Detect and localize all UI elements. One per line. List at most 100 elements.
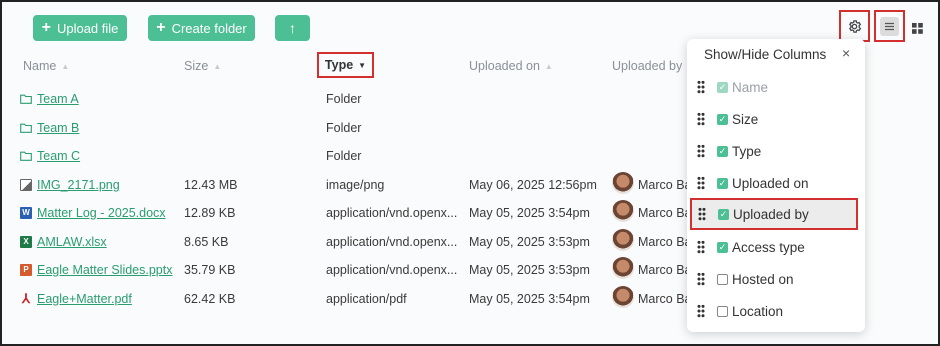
arrow-up-icon: ↑ [289,20,296,36]
checkbox[interactable]: ✓ [717,177,728,189]
create-folder-button[interactable]: + Create folder [148,15,255,41]
table-row[interactable]: X AMLAW.xlsx 8.65 KB application/vnd.ope… [2,228,702,256]
file-name-link[interactable]: IMG_2171.png [37,178,120,192]
grid-view-button[interactable] [907,12,927,44]
column-option-label: Size [732,111,759,127]
drag-handle-icon[interactable] [697,176,705,190]
show-hide-columns-panel: Show/Hide Columns × ✓ Name ✓ Size ✓ Type… [687,39,865,332]
folder-icon [20,123,32,133]
column-header-size-label: Size [184,59,209,73]
parent-folder-button[interactable]: ↑ [275,15,310,41]
panel-title: Show/Hide Columns [704,47,827,62]
gear-icon [849,19,862,33]
uploader-name: Marco Ba [638,206,692,220]
file-name-link[interactable]: Matter Log - 2025.docx [37,206,166,220]
column-option-type[interactable]: ✓ Type [691,135,858,167]
column-option-hosted-on[interactable]: Hosted on [691,263,858,295]
file-type: Folder [326,121,362,135]
table-row[interactable]: W Matter Log - 2025.docx 12.89 KB applic… [2,199,702,227]
column-option-label: Hosted on [732,271,794,287]
uploader-name: Marco Ba [638,178,692,192]
file-name-link[interactable]: AMLAW.xlsx [37,235,107,249]
file-name-link[interactable]: Team C [37,149,80,163]
column-header-uploaded-by-label: Uploaded by [612,59,683,73]
powerpoint-file-icon: P [20,264,32,276]
table-row[interactable]: P Eagle Matter Slides.pptx 35.79 KB appl… [2,256,702,284]
checkbox[interactable]: ✓ [717,113,728,125]
folder-icon [20,94,32,104]
column-settings-button[interactable] [839,10,870,42]
column-header-size[interactable]: Size ▲ [184,59,221,73]
drag-handle-icon[interactable] [697,112,705,126]
column-header-uploaded-on-label: Uploaded on [469,59,540,73]
column-header-name-label: Name [23,59,57,73]
file-type: application/vnd.openx... [326,235,458,249]
file-size: 8.65 KB [184,235,229,249]
table-row[interactable]: ⅄ Eagle+Matter.pdf 62.42 KB application/… [2,285,702,313]
drag-handle-icon[interactable] [697,304,705,318]
uploaded-date: May 06, 2025 12:56pm [469,178,597,192]
table-row[interactable]: Team A Folder [2,85,702,113]
pdf-file-icon: ⅄ [22,291,30,306]
uploader-name: Marco Ba [638,235,692,249]
column-option-size[interactable]: ✓ Size [691,103,858,135]
drag-handle-icon[interactable] [697,272,705,286]
file-name-link[interactable]: Eagle Matter Slides.pptx [37,263,173,277]
drag-handle-icon[interactable] [697,144,705,158]
file-size: 35.79 KB [184,263,236,277]
column-header-type-label: Type [324,58,354,72]
column-header-uploaded-by[interactable]: Uploaded by [612,59,682,73]
sort-up-icon: ▲ [61,61,70,71]
column-header-uploaded-on[interactable]: Uploaded on ▲ [469,59,553,73]
drag-handle-icon[interactable] [697,240,705,254]
file-name-link[interactable]: Team A [37,92,79,106]
close-icon[interactable]: × [842,45,850,61]
file-name-link[interactable]: Eagle+Matter.pdf [37,292,132,306]
column-option-uploaded-by[interactable]: ✓ Uploaded by [690,198,858,230]
checkbox[interactable]: ✓ [717,241,728,253]
file-type: application/pdf [326,292,407,306]
column-header-type[interactable]: Type ▼ [317,52,374,78]
drag-handle-icon [697,80,705,94]
file-type: Folder [326,92,362,106]
column-option-location[interactable]: Location [691,295,858,327]
table-row[interactable]: Team B Folder [2,114,702,142]
column-option-access-type[interactable]: ✓ Access type [691,231,858,263]
upload-file-button[interactable]: + Upload file [33,15,127,41]
avatar [612,200,634,222]
file-size: 12.43 MB [184,178,238,192]
column-header-name[interactable]: Name ▲ [23,59,69,73]
table-row[interactable]: IMG_2171.png 12.43 MB image/png May 06, … [2,171,702,199]
column-option-label: Location [732,303,784,319]
checkbox: ✓ [717,81,728,93]
file-type: application/vnd.openx... [326,263,458,277]
column-option-label: Name [732,79,769,95]
sort-up-icon: ▲ [544,61,553,71]
file-size: 12.89 KB [184,206,236,220]
uploader-name: Marco Ba [638,292,692,306]
column-option-label: Access type [732,239,805,255]
table-row[interactable]: Team C Folder [2,142,702,170]
excel-file-icon: X [20,236,32,248]
checkbox[interactable]: ✓ [718,208,729,220]
file-size: 62.42 KB [184,292,236,306]
avatar [612,229,634,251]
column-option-label: Uploaded by [733,206,809,222]
checkbox[interactable]: ✓ [717,145,728,157]
file-type: Folder [326,149,362,163]
column-option-uploaded-on[interactable]: ✓ Uploaded on [691,167,858,199]
file-name-link[interactable]: Team B [37,121,79,135]
word-file-icon: W [20,207,32,219]
uploaded-date: May 05, 2025 3:53pm [469,235,590,249]
plus-icon: + [156,19,166,36]
drag-handle-icon[interactable] [698,207,706,221]
column-option-label: Uploaded on [732,175,809,191]
list-view-button[interactable] [874,10,905,42]
checkbox[interactable] [717,273,728,285]
avatar [612,286,634,308]
file-type: image/png [326,178,385,192]
avatar [612,172,634,194]
image-file-icon [20,179,32,191]
checkbox[interactable] [717,305,728,317]
upload-file-label: Upload file [56,20,119,36]
